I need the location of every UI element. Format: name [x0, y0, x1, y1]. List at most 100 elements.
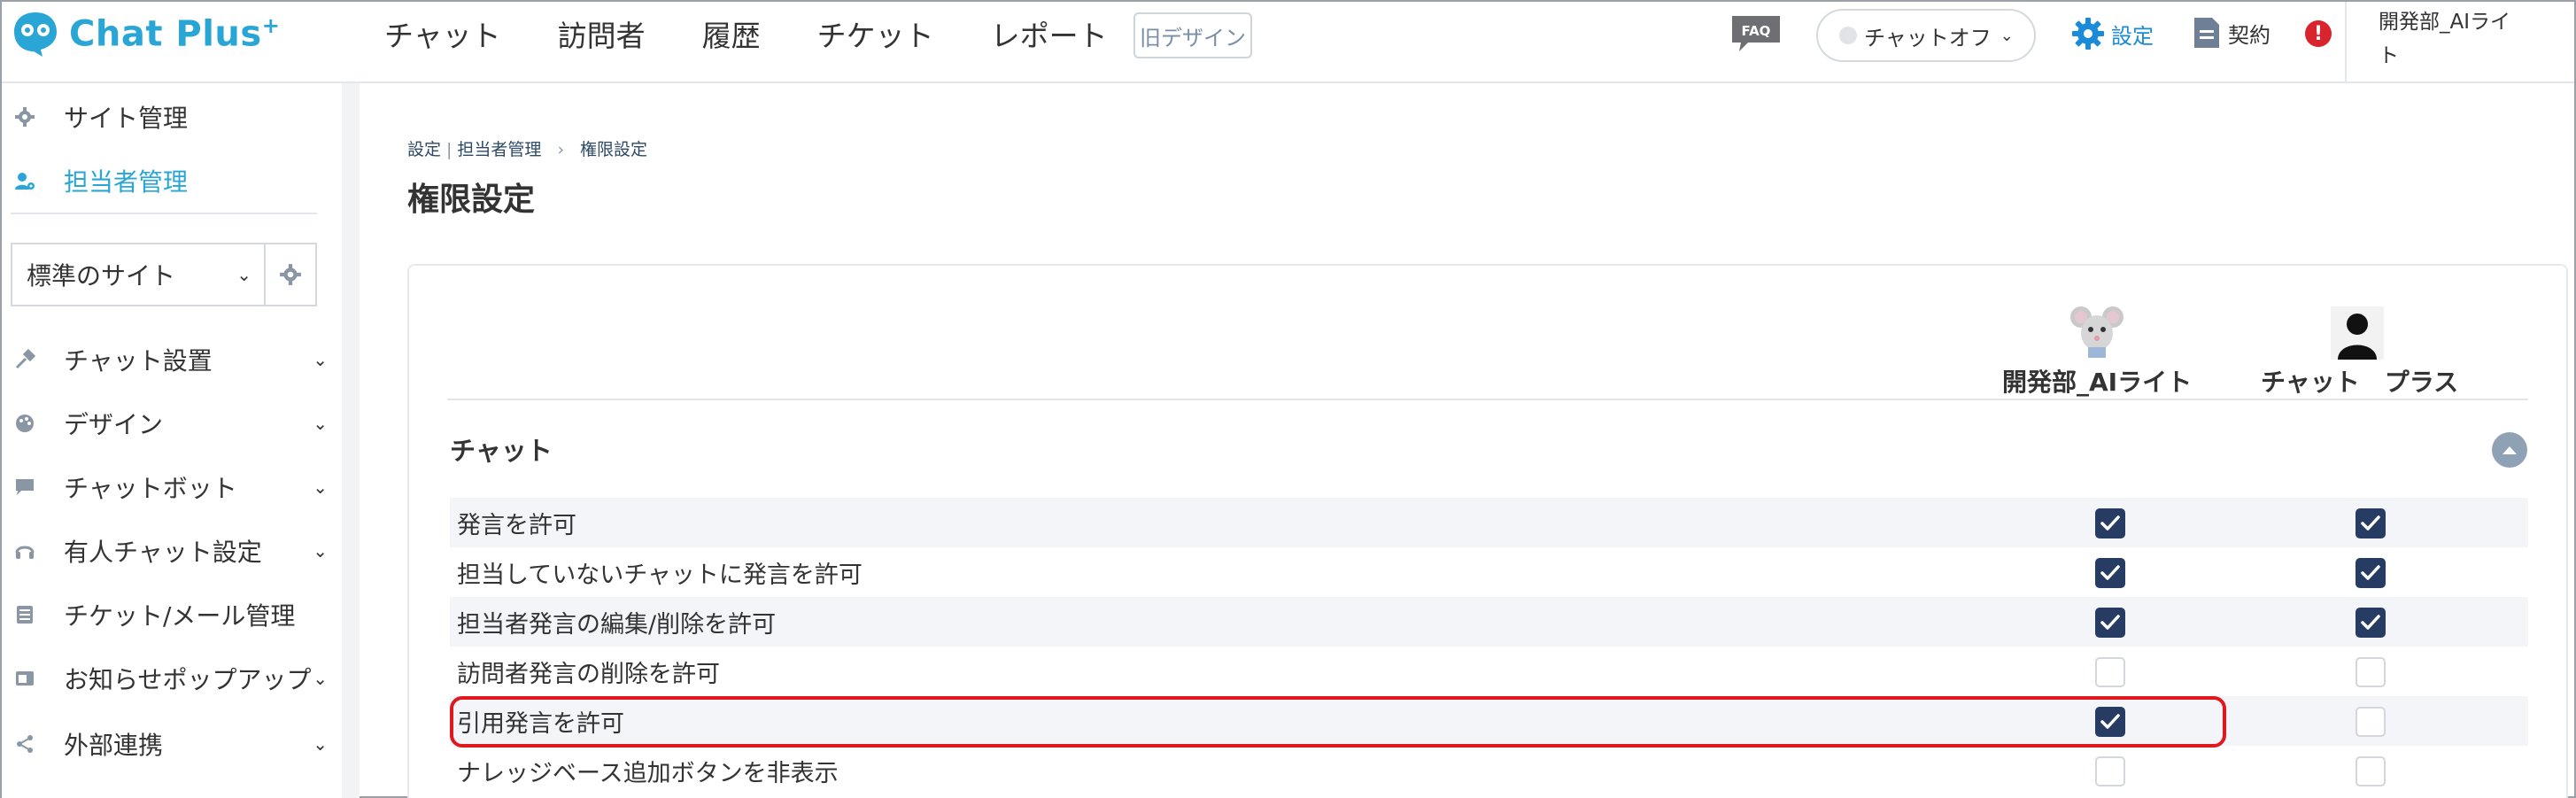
checkmark-icon	[2100, 565, 2120, 580]
sidebar-label: チケット/メール管理	[64, 601, 296, 631]
permission-checkbox[interactable]	[2356, 608, 2386, 638]
sidebar-label-staff-manage: 担当者管理	[64, 167, 189, 197]
highlight-annotation	[450, 696, 2226, 748]
settings-link[interactable]: 設定	[2070, 16, 2154, 51]
sidebar-item-staff-manage[interactable]: 担当者管理	[12, 163, 188, 198]
nav-history[interactable]: 履歴	[702, 12, 761, 55]
permission-row: 発言を許可	[450, 498, 2528, 547]
sidebar-label-site-manage: サイト管理	[64, 104, 189, 133]
faq-icon: FAQ	[1732, 16, 1780, 51]
permission-checkbox[interactable]	[2095, 608, 2125, 638]
sidebar-item-popup[interactable]: お知らせポップアップ ⌄	[12, 661, 328, 696]
logo-text: Chat Plus+	[69, 12, 281, 55]
site-select-dropdown[interactable]: 標準のサイト ⌄	[11, 243, 266, 306]
permission-checkbox[interactable]	[2095, 756, 2125, 786]
nav-tickets[interactable]: チケット	[817, 12, 934, 55]
mouse-avatar	[2070, 306, 2123, 358]
site-select-value: 標準のサイト	[27, 261, 176, 291]
permission-checkbox[interactable]	[2356, 756, 2386, 786]
chevron-down-icon: ⌄	[313, 733, 328, 755]
svg-text:FAQ: FAQ	[1742, 23, 1771, 39]
sidebar-item-ticket-mail[interactable]: チケット/メール管理	[12, 597, 328, 632]
chat-plus-logo[interactable]: Chat Plus+	[11, 9, 280, 58]
breadcrumb-current: 権限設定	[580, 140, 648, 159]
nav-chat[interactable]: チャット	[384, 12, 501, 55]
breadcrumb: 設定 | 担当者管理 › 権限設定	[407, 140, 648, 159]
sidebar-divider	[11, 213, 317, 214]
permission-label: 担当者発言の編集/削除を許可	[457, 610, 777, 639]
contract-link[interactable]: 契約	[2193, 16, 2270, 50]
column-header-user2: チャット プラス	[2261, 368, 2459, 397]
breadcrumb-staff[interactable]: 担当者管理	[457, 140, 541, 159]
checkmark-icon	[2361, 565, 2380, 580]
user-gear-icon	[12, 168, 37, 193]
gear-icon	[12, 105, 37, 129]
permission-checkbox[interactable]	[2095, 508, 2125, 538]
permission-checkbox[interactable]	[2356, 657, 2386, 687]
sidebar-item-live-chat[interactable]: 有人チャット設定 ⌄	[12, 533, 328, 569]
alert-icon[interactable]: !	[2305, 20, 2332, 47]
contract-label: 契約	[2228, 22, 2270, 48]
main-nav: チャット 訪問者 履歴 チケット レポート	[384, 2, 1164, 66]
chevron-down-icon: ⌄	[2000, 26, 2014, 45]
sidebar-item-integration[interactable]: 外部連携 ⌄	[12, 726, 328, 762]
sidebar-item-site-manage[interactable]: サイト管理	[12, 99, 188, 135]
permission-checkbox[interactable]	[2356, 508, 2386, 538]
logo-icon	[14, 12, 57, 57]
gear-icon	[2072, 18, 2104, 50]
section-title-chat: チャット	[450, 436, 553, 466]
permission-checkbox[interactable]	[2356, 558, 2386, 588]
faq-button[interactable]: FAQ	[1730, 14, 1782, 53]
user-name-line2: ト	[2379, 44, 2399, 67]
permission-label: 発言を許可	[457, 511, 576, 539]
sidebar-label: 外部連携	[64, 731, 164, 760]
nav-reports[interactable]: レポート	[991, 12, 1108, 55]
sidebar-item-design[interactable]: デザイン ⌄	[12, 406, 328, 441]
settings-label: 設定	[2111, 23, 2154, 49]
user-name-line1: 開発部_AIライ	[2379, 11, 2511, 34]
user-menu[interactable]: 開発部_AIライ ト	[2379, 5, 2556, 73]
permission-checkbox[interactable]	[2095, 657, 2125, 687]
permission-row: 担当していないチャットに発言を許可	[450, 547, 2528, 597]
permission-checkbox[interactable]	[2356, 707, 2386, 737]
chevron-down-icon: ⌄	[313, 349, 328, 370]
permission-label: 担当していないチャットに発言を許可	[457, 561, 863, 589]
list-icon	[12, 602, 37, 627]
checkmark-icon	[2100, 515, 2120, 531]
nav-visitors[interactable]: 訪問者	[558, 12, 646, 55]
column-header-user1: 開発部_AIライト	[2002, 368, 2193, 397]
permission-row: 担当者発言の編集/削除を許可	[450, 597, 2528, 647]
breadcrumb-settings[interactable]: 設定	[407, 140, 441, 159]
old-design-button[interactable]: 旧デザイン	[1133, 12, 1252, 58]
wrench-icon	[12, 347, 37, 372]
header-divider-line	[447, 399, 2528, 400]
popup-icon	[12, 666, 37, 691]
sidebar-scrollbar[interactable]	[342, 83, 360, 798]
page-title: 権限設定	[407, 182, 536, 218]
gear-icon	[280, 264, 301, 285]
header-divider	[2345, 2, 2347, 81]
checkmark-icon	[2361, 615, 2380, 630]
sidebar-label: 有人チャット設定	[64, 538, 262, 567]
top-header: Chat Plus+ チャット 訪問者 履歴 チケット レポート 旧デザイン F…	[2, 2, 2574, 83]
palette-icon	[12, 411, 37, 436]
chevron-down-icon: ⌄	[313, 413, 328, 434]
share-icon	[12, 732, 37, 756]
chat-bubble-icon	[12, 475, 37, 500]
chevron-down-icon: ⌄	[313, 540, 328, 562]
document-icon	[2194, 18, 2219, 48]
chevron-down-icon: ⌄	[313, 668, 328, 689]
chat-status-dropdown[interactable]: チャットオフ ⌄	[1816, 9, 2036, 62]
site-settings-button[interactable]	[266, 243, 317, 306]
collapse-section-button[interactable]	[2492, 432, 2527, 468]
sidebar-item-chatbot[interactable]: チャットボット ⌄	[12, 469, 328, 505]
checkmark-icon	[2361, 515, 2380, 531]
sidebar-label: デザイン	[64, 410, 164, 439]
chevron-up-icon	[2503, 446, 2517, 454]
permission-checkbox[interactable]	[2095, 558, 2125, 588]
sidebar-item-chat-setup[interactable]: チャット設置 ⌄	[12, 342, 328, 377]
status-dot-icon	[1839, 27, 1857, 44]
chevron-down-icon: ⌄	[313, 476, 328, 498]
checkmark-icon	[2100, 615, 2120, 630]
sidebar-label: チャット設置	[64, 346, 213, 376]
